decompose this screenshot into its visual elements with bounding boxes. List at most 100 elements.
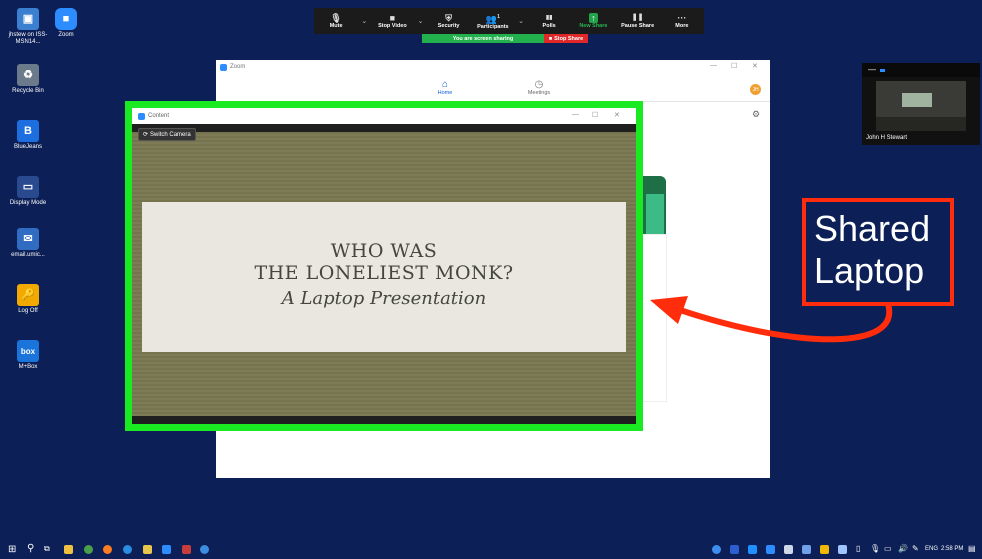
desktop-icon-box[interactable]: box M+Box: [4, 340, 52, 371]
tray-icon[interactable]: [784, 545, 793, 554]
stop-video-label: Stop Video: [378, 23, 407, 29]
participant-name: John H Stewart: [866, 135, 908, 141]
gear-icon[interactable]: ⚙: [752, 109, 760, 120]
participants-icon: 👥1: [485, 14, 500, 24]
task-view-icon[interactable]: ⧉: [44, 544, 50, 554]
tray-icon[interactable]: [748, 545, 757, 554]
new-share-label: New Share: [579, 23, 608, 29]
minimize-icon[interactable]: —: [868, 65, 876, 74]
key-icon: 🔑: [17, 284, 39, 306]
windows-start-icon[interactable]: ⊞: [8, 544, 16, 555]
mute-button[interactable]: 🎙 Mute: [314, 8, 358, 34]
polls-button[interactable]: ▮▮ Polls: [527, 8, 571, 34]
content-window-highlight: Content — ☐ ✕ ⟳ Switch Camera WHO WAS TH…: [125, 101, 643, 431]
security-label: Security: [437, 23, 460, 29]
zoom-window-titlebar: Zoom: [216, 60, 770, 74]
sticky-notes-icon[interactable]: [143, 545, 152, 554]
recycle-bin-icon: ♻: [17, 64, 39, 86]
edge-icon[interactable]: [123, 545, 132, 554]
tray-icon[interactable]: [820, 545, 829, 554]
network-icon[interactable]: ▭: [884, 544, 892, 553]
stop-share-button[interactable]: ■ Stop Share: [544, 34, 588, 43]
close-button[interactable]: ✕: [752, 62, 758, 70]
stop-icon: ■: [548, 35, 553, 42]
bluejeans-icon: B: [17, 120, 39, 142]
desktop-icon-label: Log Off: [18, 308, 38, 314]
zoom-app-icon: [220, 63, 227, 71]
desktop-icon-log-off[interactable]: 🔑 Log Off: [4, 284, 52, 315]
microphone-icon: 🎙: [330, 13, 342, 23]
participant-count-badge: 1: [497, 14, 500, 20]
box-icon: box: [17, 340, 39, 362]
desktop-icon-zoom[interactable]: ■ Zoom: [42, 8, 90, 39]
video-thumbnail[interactable]: — John H Stewart: [862, 63, 980, 145]
video-floor: [876, 117, 966, 131]
desktop-icon-recycle-bin[interactable]: ♻ Recycle Bin: [4, 64, 52, 95]
battery-icon[interactable]: ▯: [856, 544, 860, 553]
participants-caret[interactable]: ⌄: [515, 8, 527, 34]
callout-line2: Laptop: [814, 250, 925, 291]
participants-button[interactable]: 👥1 Participants: [471, 8, 515, 34]
share-icon: ↑: [589, 13, 598, 23]
search-icon[interactable]: ⚲: [27, 543, 34, 554]
volume-icon[interactable]: 🔊: [898, 544, 908, 553]
maximize-button[interactable]: ☐: [592, 111, 598, 119]
video-options-caret[interactable]: ⌄: [415, 8, 427, 34]
desktop-icon-email[interactable]: ✉ email.umic...: [4, 228, 52, 259]
minimize-button[interactable]: —: [572, 111, 579, 118]
desktop-icon-label: Recycle Bin: [12, 88, 44, 94]
display-mode-icon: ▭: [17, 176, 39, 198]
chrome-icon[interactable]: [84, 545, 93, 554]
email-icon: ✉: [17, 228, 39, 250]
minimize-button[interactable]: —: [710, 62, 717, 69]
slide-title-line1: WHO WAS: [330, 240, 438, 262]
tray-icon[interactable]: [838, 545, 847, 554]
zoom-meeting-toolbar: 🎙 Mute ⌄ ■ Stop Video ⌄ ⛨ Security 👥1 Pa…: [314, 8, 704, 34]
tray-icon[interactable]: [766, 545, 775, 554]
screen-sharing-banner: You are screen sharing: [422, 34, 544, 43]
stop-share-label: Stop Share: [554, 35, 584, 42]
desktop-icon-bluejeans[interactable]: B BlueJeans: [4, 120, 52, 151]
thumbnail-indicator: [880, 69, 885, 72]
clock-time[interactable]: 2:58 PM: [941, 546, 963, 552]
new-share-button[interactable]: ↑ New Share: [571, 8, 615, 34]
notifications-icon[interactable]: ▤: [968, 544, 976, 553]
tab-home-label: Home: [437, 90, 453, 96]
more-label: More: [675, 23, 689, 29]
tab-home[interactable]: ⌂ Home: [428, 79, 462, 97]
pen-icon[interactable]: ✎: [912, 544, 919, 553]
maximize-button[interactable]: ☐: [731, 62, 737, 70]
tray-icon[interactable]: [730, 545, 739, 554]
shield-icon: ⛨: [445, 13, 452, 23]
tray-icon[interactable]: [802, 545, 811, 554]
home-icon: ⌂: [441, 79, 449, 90]
callout-line1: Shared: [814, 208, 931, 249]
app-icon[interactable]: [182, 545, 191, 554]
pause-share-button[interactable]: ❚❚ Pause Share: [616, 8, 660, 34]
firefox-icon[interactable]: [103, 545, 112, 554]
more-button[interactable]: ··· More: [660, 8, 704, 34]
file-explorer-icon[interactable]: [64, 545, 73, 554]
language-indicator[interactable]: ENG: [925, 546, 938, 552]
content-window-title: Content: [148, 113, 170, 119]
microphone-icon[interactable]: 🎙: [870, 544, 880, 553]
tab-meetings[interactable]: ◷ Meetings: [522, 80, 556, 97]
slide-subtitle: A Laptop Presentation: [281, 288, 487, 309]
mute-label: Mute: [329, 23, 343, 29]
switch-camera-icon: ⟳: [143, 132, 149, 138]
switch-camera-button[interactable]: ⟳ Switch Camera: [138, 128, 196, 141]
desktop-icon-label: M+Box: [18, 364, 38, 370]
switch-camera-label: Switch Camera: [150, 131, 191, 138]
tray-icon[interactable]: [712, 545, 721, 554]
desktop-icon-display-mode[interactable]: ▭ Display Mode: [4, 176, 52, 207]
app-icon[interactable]: [200, 545, 209, 554]
stop-video-button[interactable]: ■ Stop Video: [370, 8, 414, 34]
content-window-titlebar: Content — ☐ ✕: [132, 108, 636, 124]
slide-title-panel: WHO WAS THE LONELIEST MONK? A Laptop Pre…: [142, 202, 626, 352]
audio-options-caret[interactable]: ⌄: [358, 8, 370, 34]
close-button[interactable]: ✕: [614, 111, 620, 119]
polls-icon: ▮▮: [545, 15, 553, 21]
security-button[interactable]: ⛨ Security: [427, 8, 471, 34]
zoom-taskbar-icon[interactable]: [162, 545, 171, 554]
avatar[interactable]: JH: [750, 84, 761, 95]
